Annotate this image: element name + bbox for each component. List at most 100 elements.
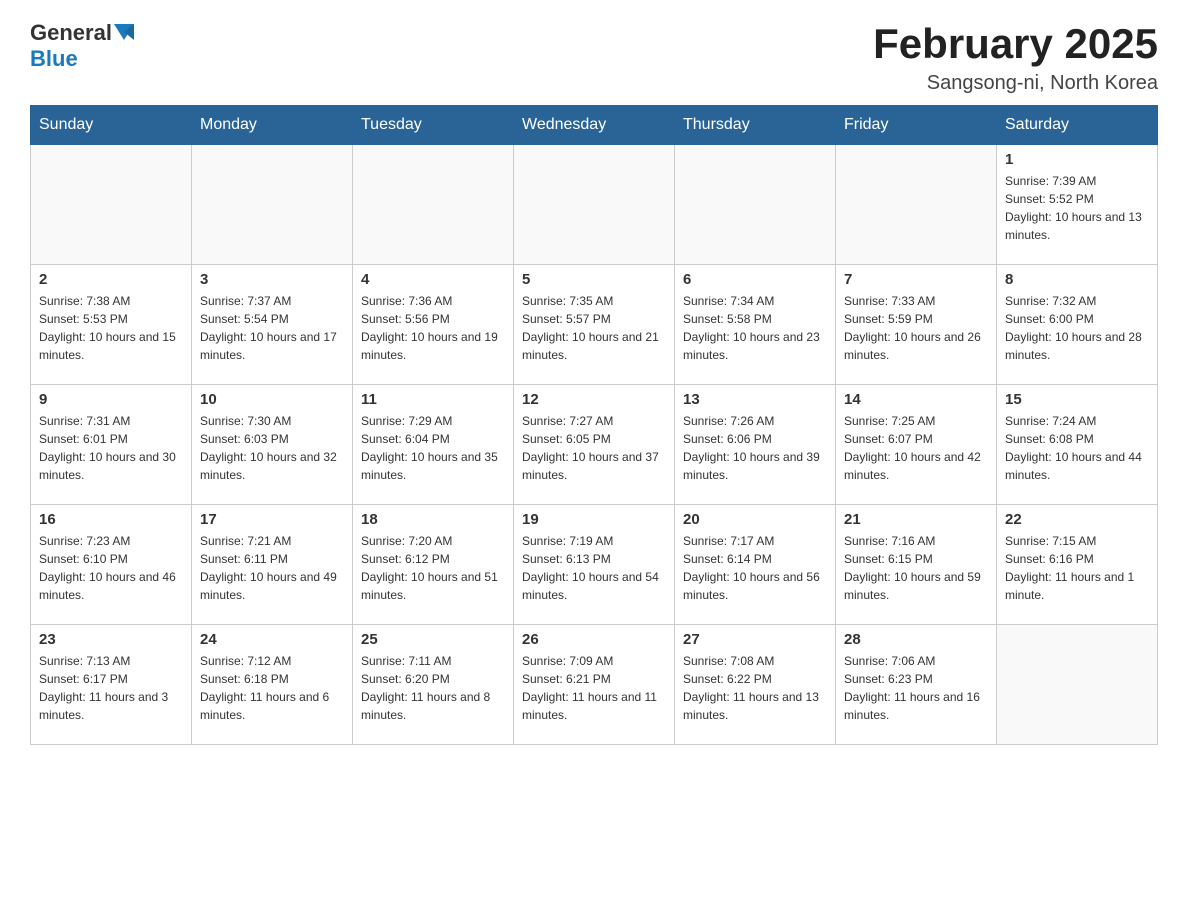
calendar-cell bbox=[31, 145, 192, 265]
calendar-cell bbox=[514, 145, 675, 265]
day-info: Sunrise: 7:26 AM Sunset: 6:06 PM Dayligh… bbox=[683, 412, 827, 484]
calendar-cell: 12 Sunrise: 7:27 AM Sunset: 6:05 PM Dayli… bbox=[514, 385, 675, 505]
day-info: Sunrise: 7:35 AM Sunset: 5:57 PM Dayligh… bbox=[522, 292, 666, 364]
calendar-week-row: 1 Sunrise: 7:39 AM Sunset: 5:52 PM Daylig… bbox=[31, 145, 1158, 265]
day-info: Sunrise: 7:17 AM Sunset: 6:14 PM Dayligh… bbox=[683, 532, 827, 604]
calendar-header-row: SundayMondayTuesdayWednesdayThursdayFrid… bbox=[31, 106, 1158, 145]
day-info: Sunrise: 7:31 AM Sunset: 6:01 PM Dayligh… bbox=[39, 412, 183, 484]
calendar-cell: 7 Sunrise: 7:33 AM Sunset: 5:59 PM Daylig… bbox=[836, 265, 997, 385]
calendar-cell: 2 Sunrise: 7:38 AM Sunset: 5:53 PM Daylig… bbox=[31, 265, 192, 385]
logo-triangle-icon bbox=[114, 24, 134, 44]
day-number: 16 bbox=[39, 511, 183, 528]
day-number: 21 bbox=[844, 511, 988, 528]
calendar-week-row: 23 Sunrise: 7:13 AM Sunset: 6:17 PM Dayli… bbox=[31, 625, 1158, 745]
day-info: Sunrise: 7:29 AM Sunset: 6:04 PM Dayligh… bbox=[361, 412, 505, 484]
day-number: 17 bbox=[200, 511, 344, 528]
day-number: 20 bbox=[683, 511, 827, 528]
day-number: 25 bbox=[361, 631, 505, 648]
calendar-cell bbox=[353, 145, 514, 265]
day-number: 22 bbox=[1005, 511, 1149, 528]
day-number: 18 bbox=[361, 511, 505, 528]
calendar-day-header: Friday bbox=[836, 106, 997, 145]
day-info: Sunrise: 7:37 AM Sunset: 5:54 PM Dayligh… bbox=[200, 292, 344, 364]
calendar-week-row: 16 Sunrise: 7:23 AM Sunset: 6:10 PM Dayli… bbox=[31, 505, 1158, 625]
day-info: Sunrise: 7:39 AM Sunset: 5:52 PM Dayligh… bbox=[1005, 172, 1149, 244]
calendar-cell: 17Sunrise: 7:21 AM Sunset: 6:11 PM Dayli… bbox=[192, 505, 353, 625]
calendar-cell: 4 Sunrise: 7:36 AM Sunset: 5:56 PM Daylig… bbox=[353, 265, 514, 385]
day-number: 9 bbox=[39, 391, 183, 408]
calendar-day-header: Wednesday bbox=[514, 106, 675, 145]
day-number: 2 bbox=[39, 271, 183, 288]
calendar-cell: 22 Sunrise: 7:15 AM Sunset: 6:16 PM Dayli… bbox=[997, 505, 1158, 625]
calendar-cell bbox=[997, 625, 1158, 745]
day-number: 6 bbox=[683, 271, 827, 288]
day-number: 28 bbox=[844, 631, 988, 648]
day-info: Sunrise: 7:16 AM Sunset: 6:15 PM Dayligh… bbox=[844, 532, 988, 604]
logo-blue-text: Blue bbox=[30, 46, 78, 72]
day-number: 13 bbox=[683, 391, 827, 408]
day-number: 15 bbox=[1005, 391, 1149, 408]
calendar-cell: 3 Sunrise: 7:37 AM Sunset: 5:54 PM Daylig… bbox=[192, 265, 353, 385]
calendar-cell: 25Sunrise: 7:11 AM Sunset: 6:20 PM Dayli… bbox=[353, 625, 514, 745]
calendar-cell: 1 Sunrise: 7:39 AM Sunset: 5:52 PM Daylig… bbox=[997, 145, 1158, 265]
day-number: 10 bbox=[200, 391, 344, 408]
day-number: 3 bbox=[200, 271, 344, 288]
day-info: Sunrise: 7:34 AM Sunset: 5:58 PM Dayligh… bbox=[683, 292, 827, 364]
calendar-cell: 11 Sunrise: 7:29 AM Sunset: 6:04 PM Dayli… bbox=[353, 385, 514, 505]
day-info: Sunrise: 7:36 AM Sunset: 5:56 PM Dayligh… bbox=[361, 292, 505, 364]
calendar-cell: 19 Sunrise: 7:19 AM Sunset: 6:13 PM Dayli… bbox=[514, 505, 675, 625]
calendar-day-header: Tuesday bbox=[353, 106, 514, 145]
day-number: 11 bbox=[361, 391, 505, 408]
day-number: 7 bbox=[844, 271, 988, 288]
calendar-day-header: Saturday bbox=[997, 106, 1158, 145]
calendar-cell: 16 Sunrise: 7:23 AM Sunset: 6:10 PM Dayli… bbox=[31, 505, 192, 625]
calendar-cell: 10 Sunrise: 7:30 AM Sunset: 6:03 PM Dayli… bbox=[192, 385, 353, 505]
calendar-day-header: Monday bbox=[192, 106, 353, 145]
day-number: 27 bbox=[683, 631, 827, 648]
day-info: Sunrise: 7:08 AM Sunset: 6:22 PM Dayligh… bbox=[683, 652, 827, 724]
day-info: Sunrise: 7:32 AM Sunset: 6:00 PM Dayligh… bbox=[1005, 292, 1149, 364]
day-info: Sunrise: 7:19 AM Sunset: 6:13 PM Dayligh… bbox=[522, 532, 666, 604]
title-section: February 2025 Sangsong-ni, North Korea bbox=[873, 20, 1158, 95]
page-header: General Blue February 2025 Sangsong-ni, … bbox=[30, 20, 1158, 95]
day-info: Sunrise: 7:09 AM Sunset: 6:21 PM Dayligh… bbox=[522, 652, 666, 724]
logo-general-text: General bbox=[30, 20, 112, 46]
day-info: Sunrise: 7:20 AM Sunset: 6:12 PM Dayligh… bbox=[361, 532, 505, 604]
day-number: 4 bbox=[361, 271, 505, 288]
day-info: Sunrise: 7:12 AM Sunset: 6:18 PM Dayligh… bbox=[200, 652, 344, 724]
logo: General Blue bbox=[30, 20, 134, 72]
calendar-cell: 18 Sunrise: 7:20 AM Sunset: 6:12 PM Dayli… bbox=[353, 505, 514, 625]
day-number: 24 bbox=[200, 631, 344, 648]
day-number: 14 bbox=[844, 391, 988, 408]
calendar-cell: 20 Sunrise: 7:17 AM Sunset: 6:14 PM Dayli… bbox=[675, 505, 836, 625]
calendar-cell: 27 Sunrise: 7:08 AM Sunset: 6:22 PM Dayli… bbox=[675, 625, 836, 745]
day-info: Sunrise: 7:33 AM Sunset: 5:59 PM Dayligh… bbox=[844, 292, 988, 364]
calendar-cell: 21 Sunrise: 7:16 AM Sunset: 6:15 PM Dayli… bbox=[836, 505, 997, 625]
calendar-cell: 24 Sunrise: 7:12 AM Sunset: 6:18 PM Dayli… bbox=[192, 625, 353, 745]
day-info: Sunrise: 7:23 AM Sunset: 6:10 PM Dayligh… bbox=[39, 532, 183, 604]
calendar-day-header: Thursday bbox=[675, 106, 836, 145]
day-number: 8 bbox=[1005, 271, 1149, 288]
calendar-cell: 8 Sunrise: 7:32 AM Sunset: 6:00 PM Daylig… bbox=[997, 265, 1158, 385]
day-number: 23 bbox=[39, 631, 183, 648]
calendar-cell bbox=[675, 145, 836, 265]
day-number: 12 bbox=[522, 391, 666, 408]
day-info: Sunrise: 7:38 AM Sunset: 5:53 PM Dayligh… bbox=[39, 292, 183, 364]
day-number: 1 bbox=[1005, 151, 1149, 168]
day-info: Sunrise: 7:27 AM Sunset: 6:05 PM Dayligh… bbox=[522, 412, 666, 484]
day-info: Sunrise: 7:24 AM Sunset: 6:08 PM Dayligh… bbox=[1005, 412, 1149, 484]
calendar-cell bbox=[836, 145, 997, 265]
calendar-week-row: 9 Sunrise: 7:31 AM Sunset: 6:01 PM Daylig… bbox=[31, 385, 1158, 505]
location-title: Sangsong-ni, North Korea bbox=[873, 72, 1158, 95]
calendar-day-header: Sunday bbox=[31, 106, 192, 145]
calendar-cell: 15 Sunrise: 7:24 AM Sunset: 6:08 PM Dayli… bbox=[997, 385, 1158, 505]
day-info: Sunrise: 7:13 AM Sunset: 6:17 PM Dayligh… bbox=[39, 652, 183, 724]
calendar-cell: 28Sunrise: 7:06 AM Sunset: 6:23 PM Dayli… bbox=[836, 625, 997, 745]
calendar-cell: 13 Sunrise: 7:26 AM Sunset: 6:06 PM Dayli… bbox=[675, 385, 836, 505]
day-info: Sunrise: 7:15 AM Sunset: 6:16 PM Dayligh… bbox=[1005, 532, 1149, 604]
day-number: 19 bbox=[522, 511, 666, 528]
calendar-cell: 14Sunrise: 7:25 AM Sunset: 6:07 PM Dayli… bbox=[836, 385, 997, 505]
day-number: 26 bbox=[522, 631, 666, 648]
month-title: February 2025 bbox=[873, 20, 1158, 68]
day-info: Sunrise: 7:30 AM Sunset: 6:03 PM Dayligh… bbox=[200, 412, 344, 484]
